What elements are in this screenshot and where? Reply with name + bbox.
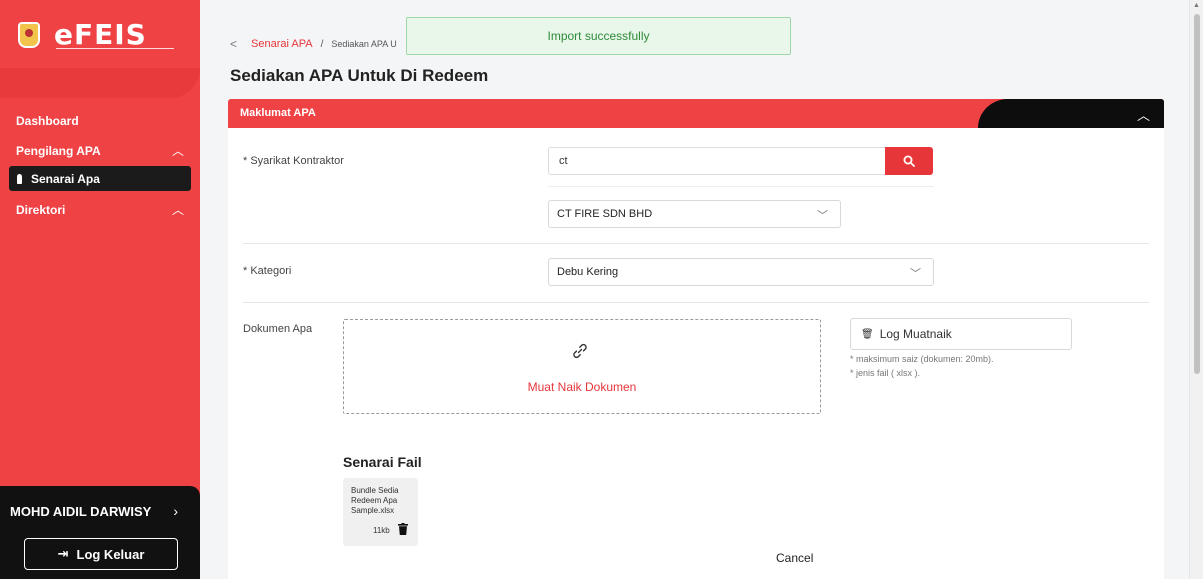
toast-message: Import successfully <box>547 29 650 43</box>
search-underline <box>548 186 934 187</box>
app-logo[interactable]: eFEIS <box>18 14 174 56</box>
search-icon <box>903 155 915 167</box>
category-select[interactable]: Debu Kering ﹀ <box>548 258 934 286</box>
scroll-up-icon[interactable]: ▲ <box>1193 2 1200 9</box>
logo-text: eFEIS <box>54 18 147 51</box>
category-label: * Kategori <box>243 265 292 277</box>
contractor-search-input[interactable] <box>548 147 886 175</box>
sidebar-header-shade <box>0 68 200 98</box>
breadcrumb: < Senarai APA / Sediakan APA U <box>230 37 397 51</box>
files-title: Senarai Fail <box>343 454 422 470</box>
user-card: MOHD AIDIL DARWISY › ⇥ Log Keluar <box>0 486 200 579</box>
chevron-up-icon[interactable]: ︿ <box>172 142 184 159</box>
contractor-select[interactable]: CT FIRE SDN BHD ﹀ <box>548 200 841 228</box>
card-header[interactable]: Maklumat APA ︿ <box>228 99 1164 128</box>
sidebar-item-senarai-apa[interactable]: Senarai Apa <box>9 166 191 191</box>
upload-dropzone[interactable]: Muat Naik Dokumen <box>343 319 821 414</box>
hint-max-size: * maksimum saiz (dokumen: 20mb). <box>850 354 994 364</box>
main-content: < Senarai APA / Sediakan APA U Import su… <box>200 0 1189 579</box>
page-title: Sediakan APA Untuk Di Redeem <box>230 66 489 85</box>
chevron-down-icon: ﹀ <box>817 210 828 222</box>
upload-log-button[interactable]: 🗑 Log Muatnaik <box>850 318 1072 350</box>
card-title: Maklumat APA <box>240 107 316 119</box>
breadcrumb-link[interactable]: Senarai APA <box>251 38 313 50</box>
file-name: Bundle Sedia Redeem Apa Sample.xlsx <box>351 486 399 515</box>
collapse-icon[interactable]: ︿ <box>1137 105 1150 124</box>
cancel-button[interactable]: Cancel <box>776 551 813 565</box>
success-toast: Import successfully <box>406 17 791 55</box>
emblem-icon <box>18 22 40 48</box>
search-button[interactable] <box>885 147 933 175</box>
scroll-thumb[interactable] <box>1194 14 1200 374</box>
sidebar: eFEIS Dashboard Pengilang APA ︿ Senarai … <box>0 0 200 579</box>
logo-underline <box>56 48 174 49</box>
divider <box>243 243 1149 244</box>
sidebar-item-pengilang-apa[interactable]: Pengilang APA <box>16 144 101 158</box>
contractor-select-value: CT FIRE SDN BHD <box>557 208 653 220</box>
document-label: Dokumen Apa <box>243 323 313 335</box>
logout-button[interactable]: ⇥ Log Keluar <box>24 538 178 570</box>
sidebar-item-direktori[interactable]: Direktori <box>16 203 65 217</box>
logout-label: Log Keluar <box>76 546 145 562</box>
card-body: * Syarikat Kontraktor CT FIRE SDN BHD ﹀ … <box>228 128 1164 579</box>
hint-file-type: * jenis fail ( xlsx ). <box>850 368 921 378</box>
sidebar-item-dashboard[interactable]: Dashboard <box>16 114 79 128</box>
trash-icon[interactable] <box>398 523 408 535</box>
category-select-value: Debu Kering <box>557 266 619 278</box>
pin-icon <box>17 173 22 184</box>
back-icon[interactable]: < <box>230 37 237 51</box>
user-name[interactable]: MOHD AIDIL DARWISY <box>10 504 151 519</box>
file-card[interactable]: Bundle Sedia Redeem Apa Sample.xlsx 11kb <box>343 478 418 546</box>
scrollbar[interactable]: ▲ <box>1189 0 1203 579</box>
chevron-down-icon: ﹀ <box>910 268 921 280</box>
upload-text: Muat Naik Dokumen <box>527 380 637 394</box>
upload-log-label: Log Muatnaik <box>879 327 952 341</box>
sidebar-item-label: Senarai Apa <box>31 171 100 186</box>
breadcrumb-separator: / <box>320 38 324 50</box>
trash-icon: 🗑 <box>861 328 874 340</box>
sidebar-header: eFEIS <box>0 0 200 68</box>
chevron-up-icon[interactable]: ︿ <box>172 201 184 218</box>
logout-icon: ⇥ <box>57 546 69 561</box>
chevron-right-icon[interactable]: › <box>173 503 178 519</box>
breadcrumb-current: Sediakan APA U <box>331 39 397 49</box>
link-icon <box>573 343 587 359</box>
divider <box>243 302 1149 303</box>
contractor-label: * Syarikat Kontraktor <box>243 155 344 167</box>
file-size: 11kb <box>373 526 390 535</box>
